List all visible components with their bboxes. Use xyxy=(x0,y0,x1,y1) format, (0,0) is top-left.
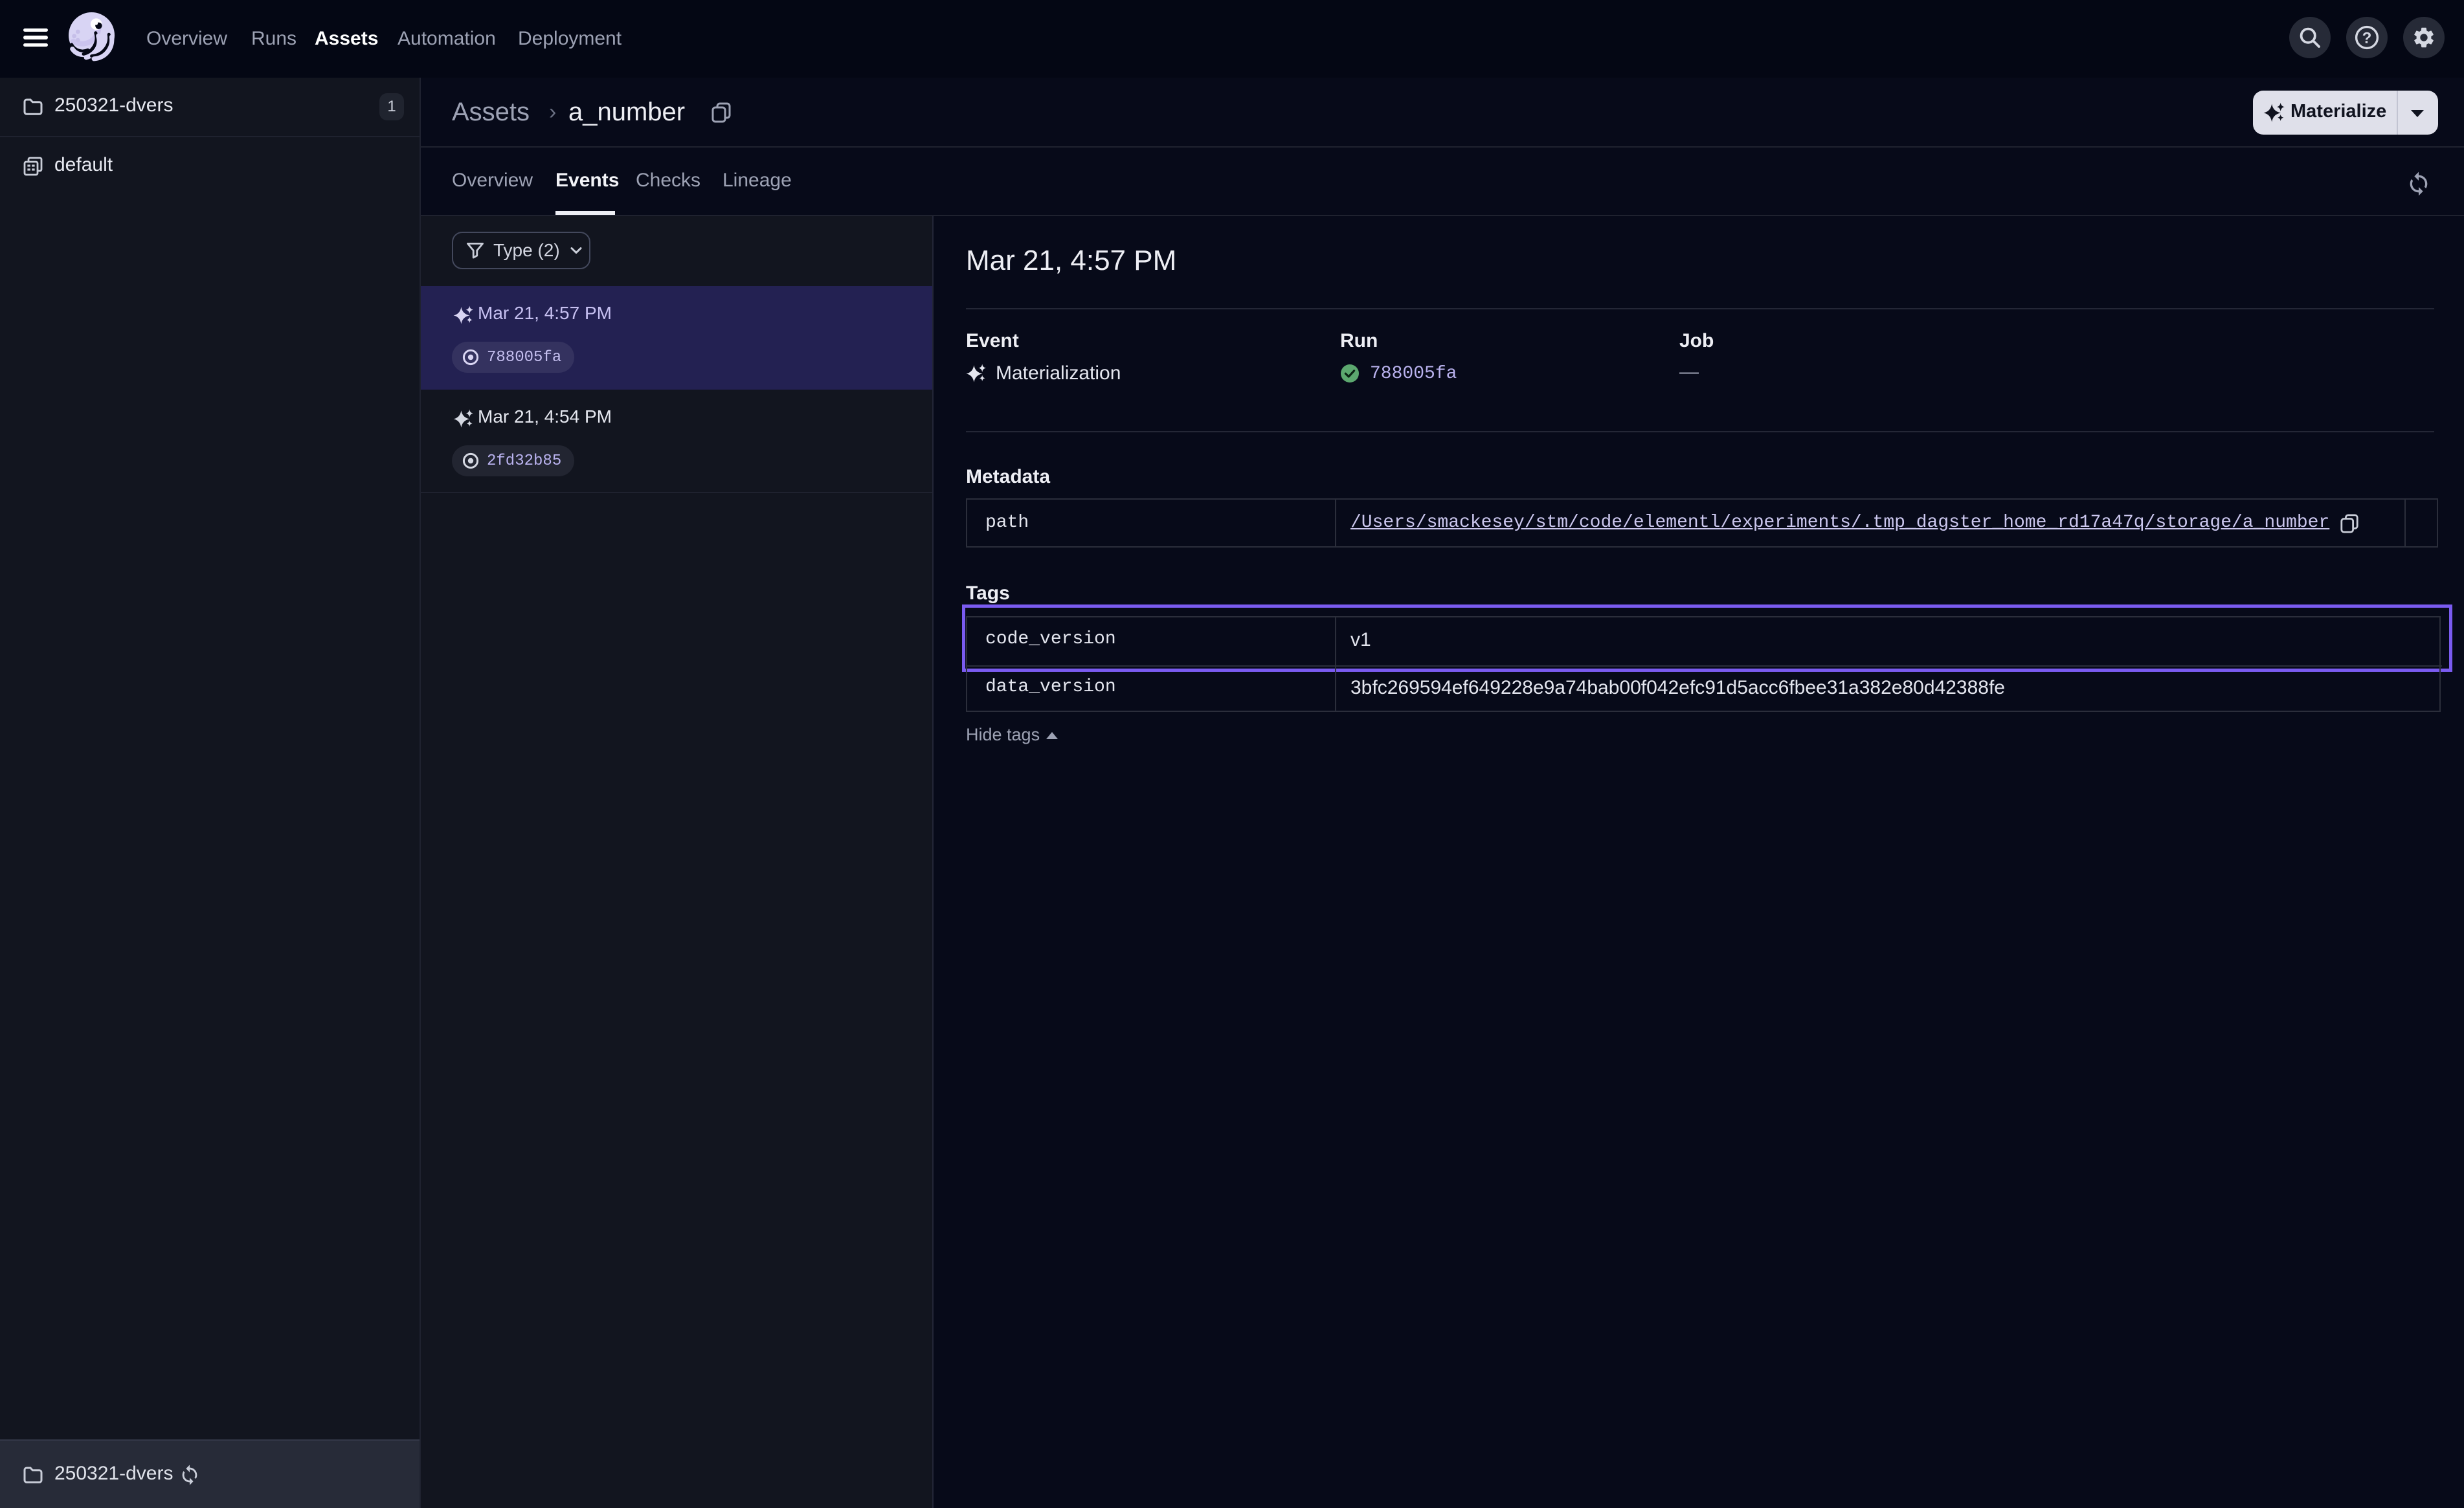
svg-text:?: ? xyxy=(2362,29,2372,47)
